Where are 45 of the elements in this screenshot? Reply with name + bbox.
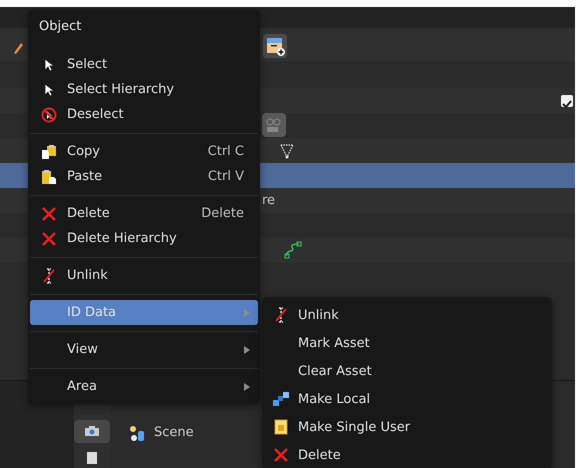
menu-item[interactable]: Delete bbox=[264, 441, 550, 468]
submenu-arrow-icon bbox=[244, 308, 250, 316]
pencil-icon[interactable] bbox=[12, 41, 24, 55]
properties-tab[interactable] bbox=[74, 420, 110, 442]
menu-item[interactable]: Mark Asset bbox=[264, 329, 550, 357]
cross-icon bbox=[42, 232, 56, 246]
menu-item[interactable]: Paste Ctrl V bbox=[30, 164, 258, 189]
cross-icon bbox=[42, 206, 56, 220]
clipboard-icon bbox=[40, 144, 56, 160]
cursor-icon bbox=[42, 82, 54, 96]
cursor-icon bbox=[42, 58, 54, 72]
scene-label: Scene bbox=[154, 425, 194, 440]
menu-item[interactable]: Deselect bbox=[30, 102, 258, 127]
shortcut-label: Ctrl C bbox=[208, 144, 244, 159]
unlink-icon bbox=[42, 268, 54, 284]
checkbox[interactable] bbox=[561, 94, 573, 106]
square-icon bbox=[274, 419, 288, 435]
menu-title: Object bbox=[38, 18, 82, 36]
menu-item[interactable]: Select bbox=[30, 52, 258, 77]
submenu-arrow-icon bbox=[244, 382, 250, 390]
cross-icon bbox=[274, 448, 288, 462]
menu-item[interactable]: Unlink bbox=[30, 263, 258, 288]
menu-item[interactable]: Make Local bbox=[264, 385, 550, 413]
outliner-item-label: re bbox=[262, 193, 276, 208]
menu-item[interactable]: Make Single User bbox=[264, 413, 550, 441]
menu-item[interactable]: Unlink bbox=[264, 301, 550, 329]
camera-icon bbox=[84, 425, 100, 438]
unlink-icon bbox=[275, 307, 287, 323]
blocks-icon bbox=[272, 391, 290, 407]
submenu-arrow-icon bbox=[244, 346, 250, 354]
menu-item[interactable]: Copy Ctrl C bbox=[30, 139, 258, 164]
menu-item[interactable]: Delete Hierarchy bbox=[30, 226, 258, 251]
scene-icon bbox=[128, 425, 146, 443]
clipboard-icon bbox=[40, 168, 56, 184]
shortcut-label: Ctrl V bbox=[208, 169, 244, 184]
page-icon bbox=[87, 452, 97, 464]
menu-item[interactable]: Area bbox=[30, 374, 258, 399]
camera-icon[interactable] bbox=[262, 113, 286, 137]
menu-item[interactable]: Select Hierarchy bbox=[30, 77, 258, 102]
menu-item[interactable]: View bbox=[30, 337, 258, 362]
curve-icon[interactable] bbox=[284, 241, 302, 259]
mesh-icon[interactable] bbox=[280, 143, 294, 159]
menu-item[interactable]: Clear Asset bbox=[264, 357, 550, 385]
new-collection-icon[interactable] bbox=[263, 34, 287, 58]
cursor-crossed-icon bbox=[40, 106, 56, 122]
